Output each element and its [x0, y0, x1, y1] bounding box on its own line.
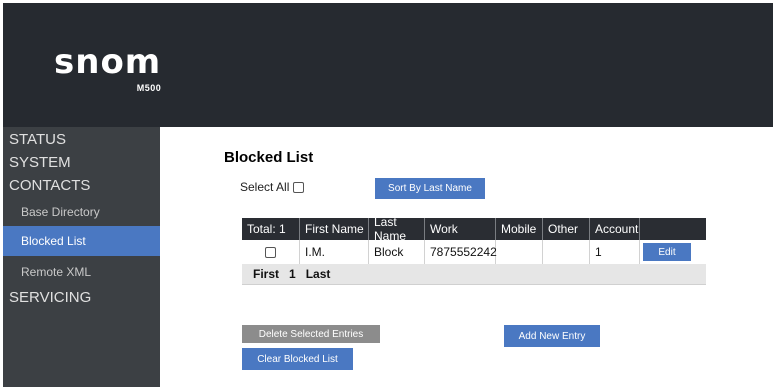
- cell-other: [543, 240, 590, 264]
- nav-contacts[interactable]: CONTACTS: [9, 177, 90, 194]
- logo-model: M500: [136, 83, 162, 93]
- add-new-entry-button[interactable]: Add New Entry: [504, 325, 600, 347]
- nav-blocked-list[interactable]: Blocked List: [3, 226, 160, 256]
- main-content: Blocked List Select All Sort By Last Nam…: [160, 127, 773, 387]
- pager-first-link[interactable]: First: [253, 267, 279, 281]
- cell-account: 1: [590, 240, 640, 264]
- cell-first-name: I.M.: [300, 240, 369, 264]
- page-title: Blocked List: [224, 149, 314, 166]
- cell-actions: Edit: [640, 240, 706, 264]
- edit-button[interactable]: Edit: [643, 243, 691, 261]
- nav-servicing[interactable]: SERVICING: [9, 289, 91, 306]
- cell-last-name: Block: [369, 240, 425, 264]
- col-last-name: Last Name: [369, 215, 425, 243]
- col-first-name: First Name: [300, 218, 369, 240]
- blocked-list-table: Total: 1 First Name Last Name Work Mobil…: [242, 215, 706, 285]
- table-row: I.M. Block 7875552242 1 Edit: [242, 240, 706, 264]
- select-all-control: Select All: [240, 180, 305, 194]
- select-all-checkbox[interactable]: [293, 181, 305, 193]
- col-other: Other: [543, 218, 590, 240]
- col-account: Account: [590, 218, 640, 240]
- col-actions: [640, 218, 706, 240]
- nav-remote-xml[interactable]: Remote XML: [3, 257, 160, 287]
- cell-work: 7875552242: [425, 240, 497, 264]
- pager-last-link[interactable]: Last: [306, 267, 331, 281]
- sort-by-last-name-button[interactable]: Sort By Last Name: [375, 178, 485, 199]
- nav-system[interactable]: SYSTEM: [9, 154, 71, 171]
- delete-selected-entries-button[interactable]: Delete Selected Entries: [242, 325, 380, 343]
- header-bar: snom M500: [3, 3, 773, 127]
- pager-page-number[interactable]: 1: [289, 267, 296, 281]
- col-mobile: Mobile: [496, 218, 543, 240]
- pagination: First 1 Last: [242, 264, 706, 285]
- snom-logo: snom M500: [54, 42, 162, 93]
- cell-mobile: [496, 240, 543, 264]
- row-select-cell: [242, 240, 300, 264]
- row-checkbox[interactable]: [265, 246, 276, 258]
- app-window: snom M500 STATUS SYSTEM CONTACTS Base Di…: [3, 3, 773, 387]
- col-total: Total: 1: [242, 218, 300, 240]
- nav-status[interactable]: STATUS: [9, 131, 66, 148]
- nav-base-directory[interactable]: Base Directory: [3, 197, 160, 227]
- clear-blocked-list-button[interactable]: Clear Blocked List: [242, 348, 353, 370]
- logo-wordmark: snom: [54, 42, 162, 82]
- table-header-row: Total: 1 First Name Last Name Work Mobil…: [242, 215, 706, 243]
- select-all-label: Select All: [240, 180, 290, 194]
- sidebar: STATUS SYSTEM CONTACTS Base Directory Bl…: [3, 127, 160, 387]
- col-work: Work: [425, 218, 496, 240]
